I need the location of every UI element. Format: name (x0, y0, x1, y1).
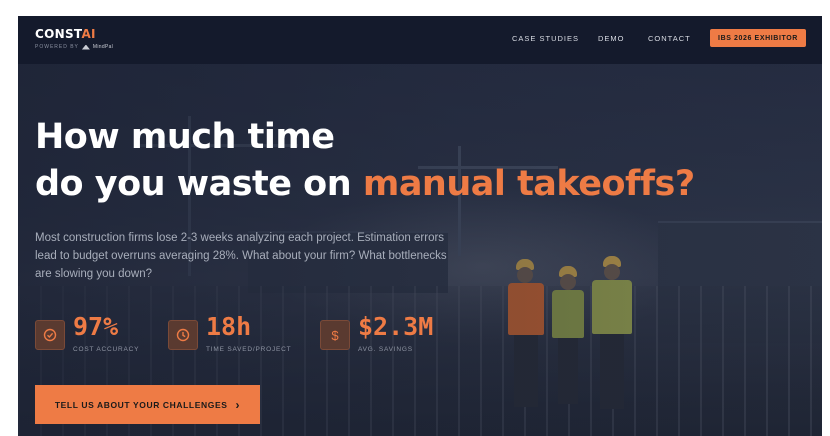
brand-name-accent: AI (81, 27, 96, 41)
nav-link-case-studies[interactable]: CASE STUDIES (512, 34, 579, 43)
stat-label: TIME SAVED/PROJECT (206, 346, 292, 353)
mindpal-logo-icon (81, 44, 90, 50)
headline-line-1: How much time (35, 117, 335, 157)
stat-value: $2.3M (358, 312, 434, 341)
nav-link-contact[interactable]: CONTACT (648, 34, 691, 43)
brand-logo[interactable]: CONSTAI (35, 27, 96, 41)
page-frame: CONSTAI POWERED BY MindPal CASE STUDIES … (18, 16, 822, 436)
stat-label: COST ACCURACY (73, 346, 140, 353)
stat-value: 97% (73, 312, 119, 341)
clock-icon (168, 320, 198, 350)
powered-by: POWERED BY MindPal (35, 44, 113, 50)
hero-background-image (18, 16, 822, 436)
stat-value: 18h (206, 312, 252, 341)
hero-headline: How much time do you waste on manual tak… (35, 114, 695, 208)
exhibitor-button[interactable]: IBS 2026 EXHIBITOR (710, 29, 806, 47)
chevron-right-icon: › (235, 397, 241, 412)
headline-accent: manual takeoffs? (362, 164, 695, 204)
tell-us-challenges-button[interactable]: TELL US ABOUT YOUR CHALLENGES › (35, 385, 260, 424)
headline-line-2: do you waste on (35, 164, 363, 204)
powered-by-label: POWERED BY (35, 44, 79, 50)
dollar-icon: $ (320, 320, 350, 350)
check-circle-icon (35, 320, 65, 350)
hero-description: Most construction firms lose 2-3 weeks a… (35, 232, 447, 280)
top-nav: CONSTAI POWERED BY MindPal CASE STUDIES … (18, 16, 822, 64)
nav-link-demo[interactable]: DEMO (598, 34, 625, 43)
stat-label: AVG. SAVINGS (358, 346, 413, 353)
cta-label: TELL US ABOUT YOUR CHALLENGES (54, 399, 228, 410)
partner-name: MindPal (92, 44, 114, 50)
brand-name: CONST (35, 27, 82, 41)
